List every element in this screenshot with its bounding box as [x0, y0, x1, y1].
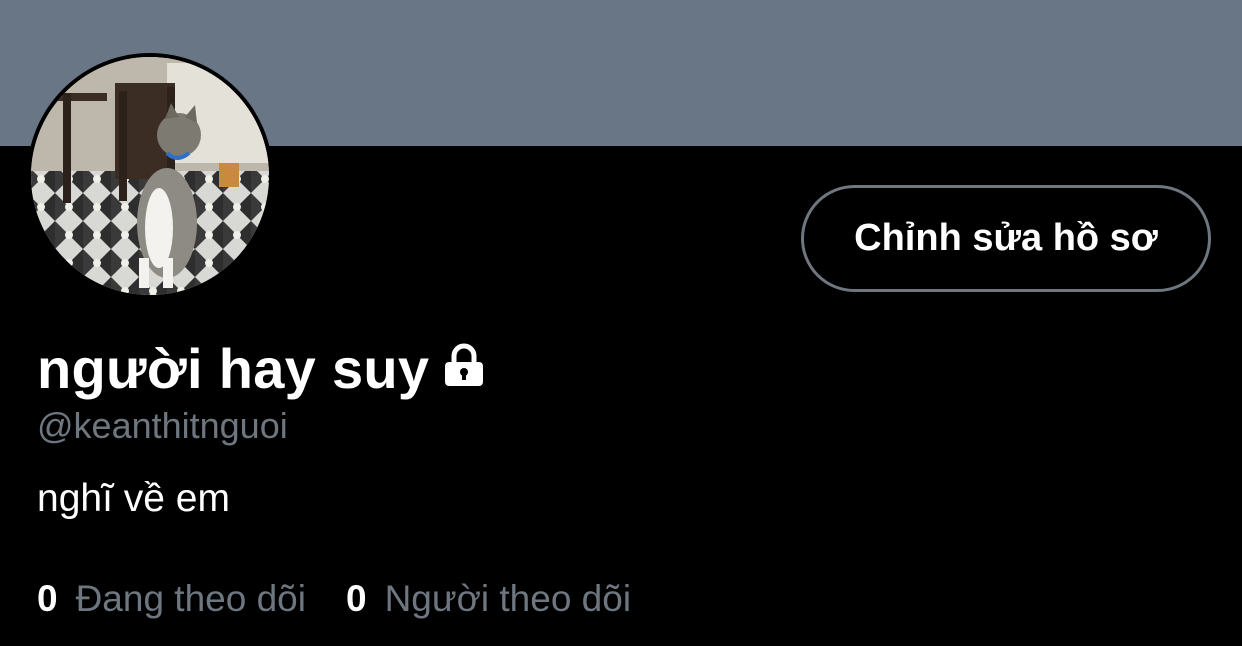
edit-profile-label: Chỉnh sửa hồ sơ: [854, 217, 1158, 259]
following-label: Đang theo dõi: [75, 578, 306, 619]
display-name-row: người hay suy: [37, 333, 487, 403]
profile-avatar[interactable]: [27, 53, 273, 299]
followers-label: Người theo dõi: [384, 578, 632, 619]
edit-profile-button[interactable]: Chỉnh sửa hồ sơ: [801, 185, 1211, 292]
profile-bio: nghĩ về em: [37, 477, 230, 520]
followers-stat[interactable]: 0 Người theo dõi: [346, 578, 631, 620]
following-stat[interactable]: 0 Đang theo dõi: [37, 578, 306, 620]
display-name: người hay suy: [37, 336, 430, 400]
profile-stats: 0 Đang theo dõi 0 Người theo dõi: [37, 578, 671, 620]
followers-count: 0: [345, 578, 367, 619]
profile-handle: @keanthitnguoi: [37, 405, 288, 446]
avatar-photo: [31, 57, 269, 295]
following-count: 0: [37, 578, 58, 619]
lock-icon: [441, 336, 487, 401]
